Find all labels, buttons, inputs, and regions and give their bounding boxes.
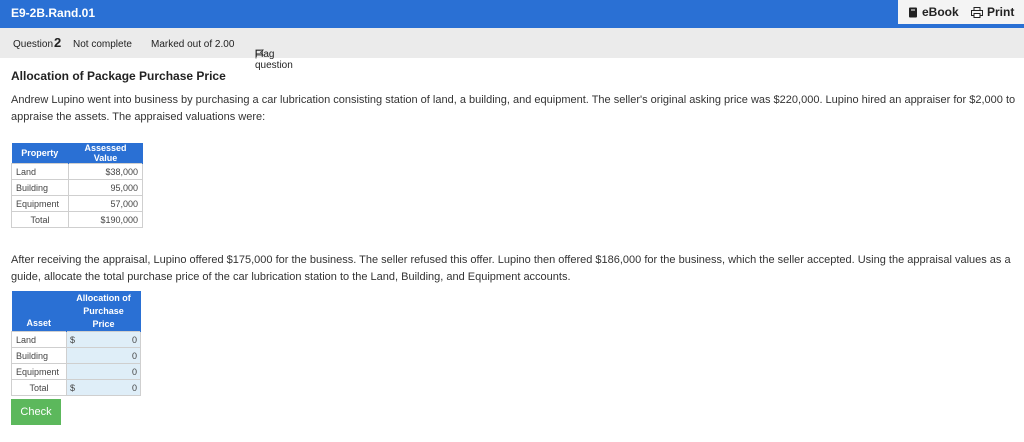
input-value: 0 [131,382,137,393]
table-row: Total $0 [11,379,141,396]
row-value: $190,000 [68,211,143,228]
table-row: Total $190,000 [11,211,143,228]
book-icon [908,7,918,18]
input-value: 0 [131,334,137,345]
question-paragraph-1: Andrew Lupino went into business by purc… [11,94,1016,123]
flag-label: Flag question [255,49,293,71]
row-value: $38,000 [68,163,143,180]
table-row: Equipment 0 [11,363,141,380]
total-allocation-input[interactable]: $0 [66,379,141,396]
row-label: Land [11,163,69,180]
building-allocation-input[interactable]: 0 [66,347,141,364]
question-status: Not complete [73,39,132,50]
input-value: 0 [131,350,137,361]
printer-icon [971,6,983,18]
print-button[interactable]: Print [971,5,1014,19]
row-label: Land [11,331,67,348]
table-row: Land $38,000 [11,163,143,180]
topbar-actions: eBook Print [898,0,1024,24]
top-bar: E9-2B.Rand.01 eBook Print [0,0,1024,28]
row-label: Building [11,179,69,196]
currency-prefix: $ [70,382,76,393]
ebook-button[interactable]: eBook [908,5,959,19]
question-number: 2 [54,35,62,50]
question-prefix: Question [13,39,54,50]
assignment-title: E9-2B.Rand.01 [11,6,96,20]
question-marks: Marked out of 2.00 [151,39,235,50]
row-label: Equipment [11,363,67,380]
appraisal-table: Property Assessed Value Land $38,000 Bui… [11,143,143,228]
table-row: Building 0 [11,347,141,364]
row-value: 95,000 [68,179,143,196]
allocation-header-line2: Purchase Price [66,305,141,332]
input-value: 0 [131,366,137,377]
land-allocation-input[interactable]: $0 [66,331,141,348]
table-row: Building 95,000 [11,179,143,196]
print-label: Print [987,5,1015,19]
row-label: Building [11,347,67,364]
allocation-header-asset: Asset [11,291,67,332]
equipment-allocation-input[interactable]: 0 [66,363,141,380]
question-paragraph-2: After receiving the appraisal, Lupino of… [11,254,1011,283]
row-label: Total [11,379,67,396]
row-label: Equipment [11,195,69,212]
allocation-header-line1: Allocation of [66,291,141,305]
row-label: Total [11,211,69,228]
currency-prefix: $ [70,334,76,345]
check-button[interactable]: Check [11,399,61,425]
appraisal-header-property: Property [11,143,69,164]
table-row: Land $0 [11,331,141,348]
row-value: 57,000 [68,195,143,212]
ebook-label: eBook [922,5,959,19]
allocation-table: Asset Allocation of Purchase Price Land … [11,291,141,396]
question-heading: Allocation of Package Purchase Price [11,69,226,83]
appraisal-header-value: Assessed Value [68,143,143,164]
question-info-bar: Question 2 Not complete Marked out of 2.… [0,28,1024,71]
table-row: Equipment 57,000 [11,195,143,212]
